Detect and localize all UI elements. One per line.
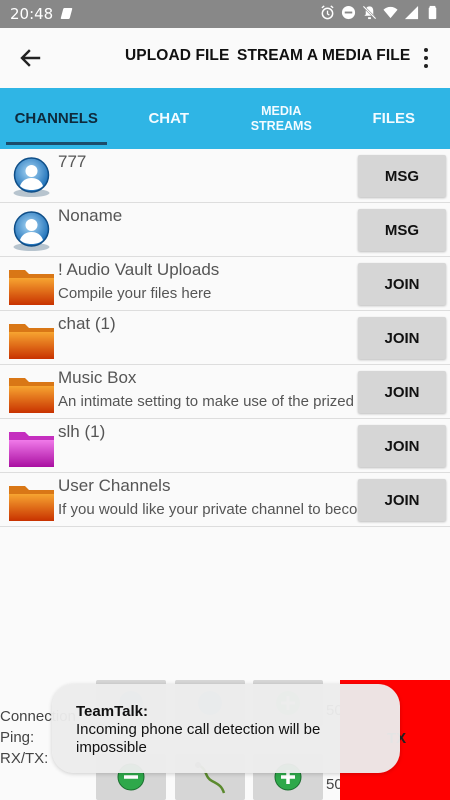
list-item[interactable]: User Channels If you would like your pri…	[0, 473, 450, 527]
battery-icon	[428, 5, 437, 20]
upload-file-button[interactable]: UPLOAD FILE	[125, 47, 229, 65]
app-toolbar: UPLOAD FILE STREAM A MEDIA FILE	[0, 28, 450, 88]
user-name: 777	[58, 152, 87, 171]
join-button[interactable]: JOIN	[358, 425, 446, 467]
ping-label: Ping:	[0, 729, 35, 746]
status-icons	[320, 5, 440, 20]
folder-icon	[9, 486, 54, 521]
status-bar: 20:48	[0, 0, 450, 28]
folder-icon	[9, 378, 54, 413]
list-item[interactable]: ! Audio Vault Uploads Compile your files…	[0, 257, 450, 311]
msg-button[interactable]: MSG	[358, 209, 446, 251]
channel-list: 777 MSG Noname MSG ! Audio Vault Uploads…	[0, 149, 450, 527]
mute-icon	[362, 5, 377, 20]
alarm-icon	[321, 5, 334, 20]
signal-icon	[404, 5, 419, 20]
tab-media-streams[interactable]: MEDIA STREAMS	[225, 88, 338, 149]
user-name: Noname	[58, 206, 123, 225]
channel-name: User Channels	[58, 476, 171, 495]
stream-media-file-button[interactable]: STREAM A MEDIA FILE	[237, 47, 410, 65]
wifi-icon	[383, 6, 398, 19]
list-item[interactable]: chat (1) JOIN	[0, 311, 450, 365]
tab-chat[interactable]: CHAT	[113, 88, 226, 149]
more-vert-icon	[424, 48, 428, 52]
folder-icon	[9, 324, 54, 359]
channel-topic: An intimate setting to make use of the p…	[58, 393, 354, 410]
channel-topic: If you would like your private channel t…	[58, 501, 360, 518]
join-button[interactable]: JOIN	[358, 317, 446, 359]
toast-app-name: TeamTalk	[76, 703, 143, 720]
join-button[interactable]: JOIN	[358, 371, 446, 413]
channel-name: chat (1)	[58, 314, 116, 333]
list-item[interactable]: 777 MSG	[0, 149, 450, 203]
toast-message: Incoming phone call detection will be im…	[76, 721, 321, 756]
folder-icon	[9, 270, 54, 305]
folder-magenta-icon	[9, 432, 54, 467]
notification-icon	[60, 8, 73, 19]
do-not-disturb-icon	[341, 5, 356, 20]
join-button[interactable]: JOIN	[358, 263, 446, 305]
list-item[interactable]: Music Box An intimate setting to make us…	[0, 365, 450, 419]
tab-bar: CHANNELS CHAT MEDIA STREAMS FILES	[0, 88, 450, 149]
back-button[interactable]	[14, 42, 46, 74]
rxtx-label: RX/TX:	[0, 750, 49, 767]
list-item[interactable]: slh (1) JOIN	[0, 419, 450, 473]
tab-channels[interactable]: CHANNELS	[0, 88, 113, 149]
overflow-menu-button[interactable]	[416, 42, 436, 74]
user-icon	[13, 211, 50, 251]
channel-name: slh (1)	[58, 422, 106, 441]
arrow-back-icon	[20, 49, 41, 67]
channel-name: ! Audio Vault Uploads	[58, 260, 220, 279]
status-time: 20:48	[10, 5, 54, 23]
msg-button[interactable]: MSG	[358, 155, 446, 197]
tab-files[interactable]: FILES	[338, 88, 450, 149]
user-icon	[13, 157, 50, 197]
channel-topic: Compile your files here	[58, 285, 212, 302]
channel-name: Music Box	[58, 368, 137, 387]
join-button[interactable]: JOIN	[358, 479, 446, 521]
toast-notification: TeamTalk: Incoming phone call detection …	[52, 684, 400, 773]
list-item[interactable]: Noname MSG	[0, 203, 450, 257]
